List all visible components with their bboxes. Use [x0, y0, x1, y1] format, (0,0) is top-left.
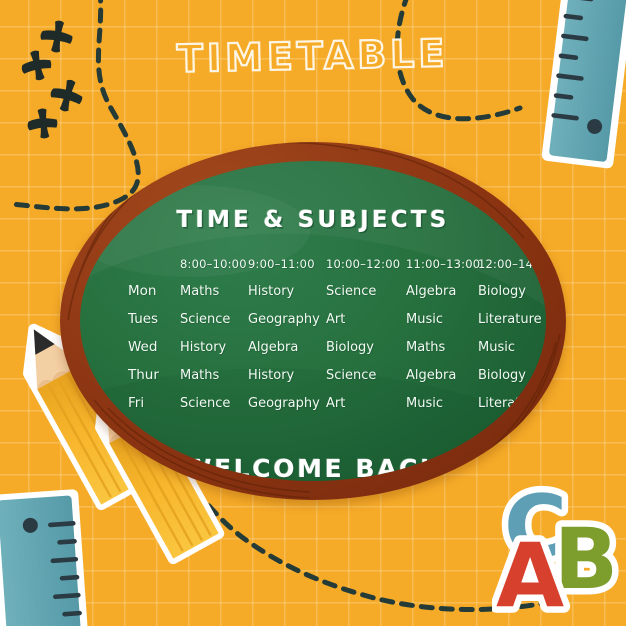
subject-cell: Art — [326, 396, 346, 411]
page-title-text: TIMETABLE — [176, 30, 450, 82]
letter-a-icon: A A — [492, 518, 571, 626]
welcome-back-text: WELCOME BACK — [183, 454, 443, 481]
chalkboard-surface: TIME & SUBJECTS 8:00–10:00 9:00–11:00 10… — [80, 161, 546, 481]
subject-cell: History — [248, 368, 295, 383]
time-slot-header-5: 12:00–14:00 — [478, 257, 546, 271]
subject-cell: Literature — [478, 312, 542, 327]
day-label: Mon — [128, 283, 157, 299]
subject-cell: Music — [406, 312, 443, 327]
subject-cell: Algebra — [406, 284, 457, 299]
subject-cell: Biology — [478, 368, 526, 383]
time-slot-header-1: 8:00–10:00 — [180, 257, 247, 271]
timetable-header-row: 8:00–10:00 9:00–11:00 10:00–12:00 11:00–… — [128, 257, 546, 283]
timetable-grid: 8:00–10:00 9:00–11:00 10:00–12:00 11:00–… — [128, 257, 546, 423]
timetable-row: Tues Science Geography Art Music Literat… — [128, 311, 542, 339]
subject-cell: Algebra — [248, 340, 299, 355]
page-title: TIMETABLE — [0, 30, 626, 82]
timetable-row: Fri Science Geography Art Music Literatu… — [128, 395, 542, 423]
subject-cell: History — [180, 340, 227, 355]
subject-cell: Biology — [478, 284, 526, 299]
time-slot-header-2: 9:00–11:00 — [248, 257, 315, 271]
subject-cell: Music — [406, 396, 443, 411]
chalkboard-frame: TIME & SUBJECTS 8:00–10:00 9:00–11:00 10… — [60, 142, 566, 500]
day-label: Thur — [128, 367, 159, 383]
timetable-row: Wed History Algebra Biology Maths Music — [128, 339, 540, 367]
chalkboard: TIME & SUBJECTS 8:00–10:00 9:00–11:00 10… — [60, 142, 566, 500]
subject-cell: Science — [326, 368, 377, 383]
subject-cell: Geography — [248, 312, 320, 327]
subject-cell: Geography — [248, 396, 320, 411]
subject-cell: Literature — [478, 396, 542, 411]
subject-cell: Biology — [326, 340, 374, 355]
board-heading: TIME & SUBJECTS — [176, 207, 450, 233]
subject-cell: Science — [326, 284, 377, 299]
day-label: Fri — [128, 395, 145, 411]
subject-cell: Science — [180, 396, 231, 411]
day-label: Wed — [128, 339, 158, 355]
abc-letters-decoration: C C B B A A — [492, 478, 625, 626]
subject-cell: Maths — [180, 284, 220, 299]
subject-cell: Art — [326, 312, 346, 327]
subject-cell: Maths — [406, 340, 446, 355]
timetable-row: Mon Maths History Science Algebra Biolog… — [128, 283, 540, 311]
svg-text:A: A — [496, 524, 564, 626]
timetable-row: Thur Maths History Science Algebra Biolo… — [128, 367, 540, 395]
subject-cell: Maths — [180, 368, 220, 383]
day-label: Tues — [128, 311, 159, 327]
time-slot-header-4: 11:00–13:00 — [406, 257, 481, 271]
subject-cell: Science — [180, 312, 231, 327]
subject-cell: Music — [478, 340, 515, 355]
subject-cell: History — [248, 284, 295, 299]
time-slot-header-3: 10:00–12:00 — [326, 257, 401, 271]
subject-cell: Algebra — [406, 368, 457, 383]
chalkboard-content: TIME & SUBJECTS 8:00–10:00 9:00–11:00 10… — [80, 161, 546, 481]
